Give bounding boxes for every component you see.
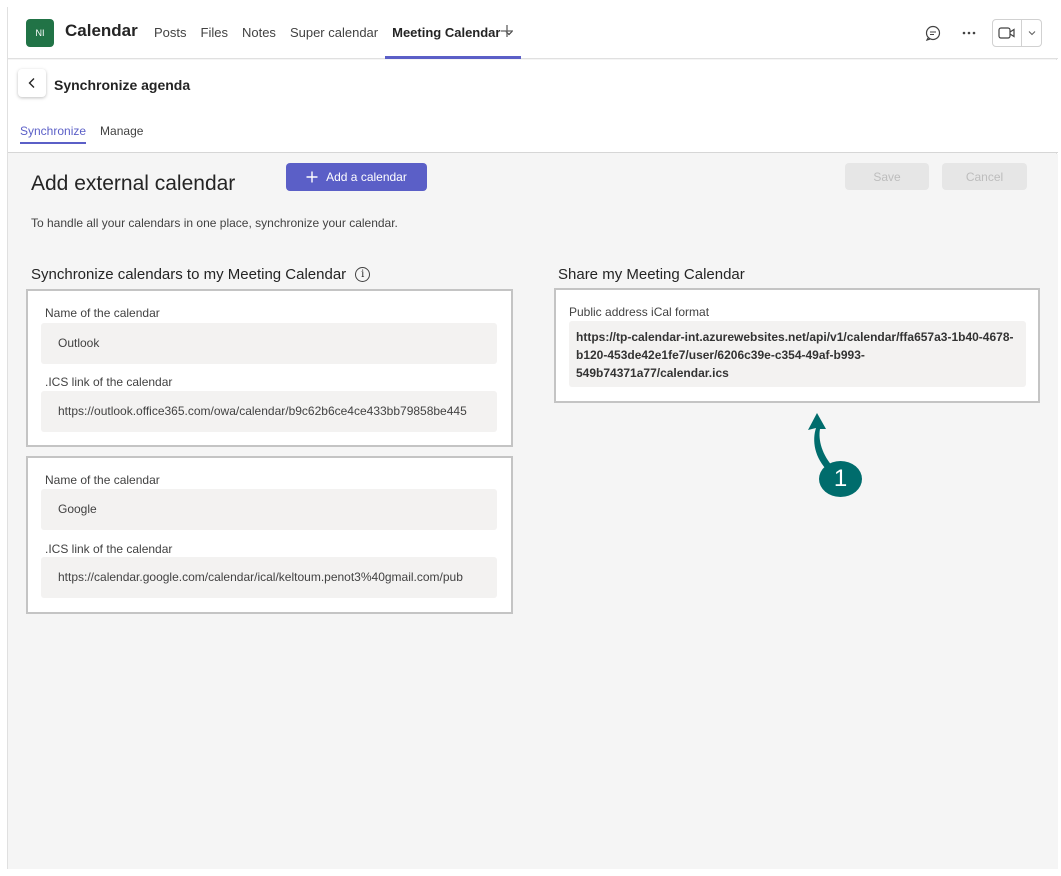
more-icon [962, 31, 976, 35]
share-card: Public address iCal format https://tp-ca… [554, 288, 1040, 403]
callout-badge: 1 [819, 461, 862, 497]
chevron-left-icon [28, 78, 35, 88]
tab-synchronize[interactable]: Synchronize [20, 124, 87, 144]
ical-address-line: 549b74371a77/calendar.ics [576, 366, 729, 380]
teams-window: NI Calendar Posts Files Notes Super cale… [7, 7, 1058, 869]
calendar-name-label: Name of the calendar [45, 473, 160, 487]
calendar-name-field[interactable]: Outlook [41, 323, 497, 364]
calendar-name-field[interactable]: Google [41, 489, 497, 530]
sub-tabs: Synchronize Manage [20, 124, 143, 144]
save-button[interactable]: Save [845, 163, 929, 190]
tab-bar: Posts Files Notes Super calendar Meeting… [147, 7, 522, 59]
tab-posts[interactable]: Posts [147, 7, 194, 59]
share-section-title: Share my Meeting Calendar [558, 266, 745, 283]
ical-address-line: https://tp-calendar-int.azurewebsites.ne… [576, 330, 1014, 344]
page-header-title: Synchronize agenda [54, 77, 191, 93]
top-bar: NI Calendar Posts Files Notes Super cale… [8, 7, 1058, 59]
calendar-card-google: Name of the calendar Google .ICS link of… [26, 456, 513, 614]
chat-button[interactable] [920, 20, 946, 46]
meet-options-button[interactable] [1021, 20, 1041, 46]
tab-files[interactable]: Files [194, 7, 235, 59]
tab-super-calendar[interactable]: Super calendar [283, 7, 385, 59]
page-title: Add external calendar [31, 172, 236, 195]
chevron-down-icon [1028, 31, 1035, 36]
calendar-link-field[interactable]: https://outlook.office365.com/owa/calend… [41, 391, 497, 432]
description-text: To handle all your calendars in one plac… [31, 216, 398, 230]
info-icon[interactable]: i [355, 267, 371, 282]
calendar-link-field[interactable]: https://calendar.google.com/calendar/ica… [41, 557, 497, 598]
share-section-title-text: Share my Meeting Calendar [558, 266, 745, 283]
tab-meeting-calendar-label: Meeting Calendar [392, 25, 501, 40]
main-content: Add external calendar Add a calendar Sav… [8, 154, 1058, 869]
meet-button-group [992, 19, 1042, 47]
sync-section-title: Synchronize calendars to my Meeting Cale… [31, 266, 371, 283]
plus-icon [306, 171, 318, 183]
ical-address-field[interactable]: https://tp-calendar-int.azurewebsites.ne… [569, 321, 1026, 387]
calendar-name-label: Name of the calendar [45, 306, 160, 320]
video-call-icon [998, 27, 1015, 39]
ical-address-line: b120-453de42e1fe7/user/6206c39e-c354-49a… [576, 348, 865, 362]
top-right-actions [920, 19, 1042, 47]
add-calendar-button[interactable]: Add a calendar [286, 163, 427, 191]
calendar-card-outlook: Name of the calendar Outlook .ICS link o… [26, 289, 513, 447]
add-tab-button[interactable] [498, 21, 516, 43]
sync-section-title-text: Synchronize calendars to my Meeting Cale… [31, 266, 347, 283]
chat-icon [925, 25, 941, 42]
ical-label: Public address iCal format [569, 305, 710, 319]
tab-notes[interactable]: Notes [235, 7, 283, 59]
avatar[interactable]: NI [26, 19, 54, 47]
app-title: Calendar [65, 21, 138, 40]
add-calendar-label: Add a calendar [326, 170, 407, 184]
calendar-link-label: .ICS link of the calendar [45, 542, 173, 556]
tab-manage[interactable]: Manage [100, 124, 143, 142]
video-call-button[interactable] [993, 20, 1021, 46]
back-button[interactable] [18, 69, 46, 97]
sub-header: Synchronize agenda Synchronize Manage [8, 60, 1058, 153]
plus-icon [501, 25, 513, 37]
more-button[interactable] [956, 20, 982, 46]
cancel-button[interactable]: Cancel [942, 163, 1027, 190]
calendar-link-label: .ICS link of the calendar [45, 375, 173, 389]
